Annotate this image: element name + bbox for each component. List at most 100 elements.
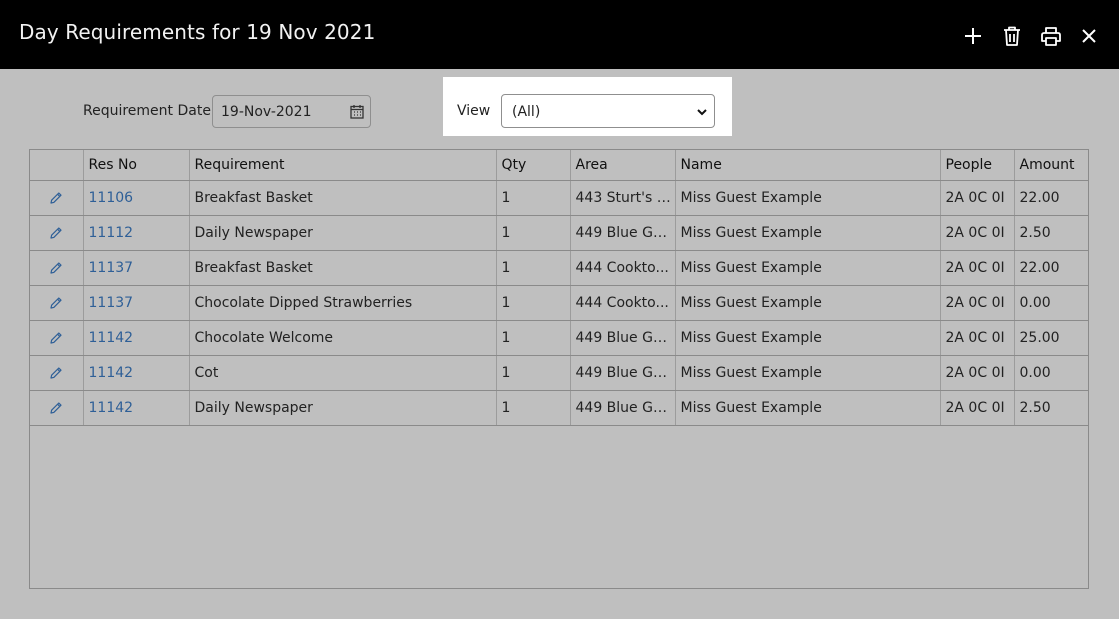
res-no-link[interactable]: 11142 xyxy=(89,330,134,346)
edit-button[interactable] xyxy=(30,320,84,356)
pencil-icon xyxy=(50,191,62,204)
cell-requirement: Chocolate Welcome xyxy=(189,320,497,356)
cell-amount: 2.50 xyxy=(1014,390,1089,426)
cell-name: Miss Guest Example xyxy=(675,320,941,356)
cell-qty: 1 xyxy=(496,355,571,391)
cell-area: 443 Sturt's D... xyxy=(570,180,676,216)
column-header-res-no[interactable]: Res No xyxy=(83,150,190,181)
trash-icon xyxy=(1004,26,1020,46)
cell-qty: 1 xyxy=(496,320,571,356)
res-no-link[interactable]: 11142 xyxy=(89,365,134,381)
cell-people: 2A 0C 0I xyxy=(940,180,1015,216)
cell-requirement: Breakfast Basket xyxy=(189,180,497,216)
pencil-icon xyxy=(50,296,62,309)
cell-people: 2A 0C 0I xyxy=(940,390,1015,426)
cell-name: Miss Guest Example xyxy=(675,250,941,286)
window-title: Day Requirements for 19 Nov 2021 xyxy=(19,20,376,44)
cell-area: 449 Blue Gum xyxy=(570,355,676,391)
calendar-icon[interactable] xyxy=(350,104,364,119)
table-row[interactable]: 11142 Chocolate Welcome 1 449 Blue Gum Miss … xyxy=(30,320,1089,356)
pencil-icon xyxy=(50,226,62,239)
table-row[interactable]: 11137 Chocolate Dipped Strawberries 1 444 C… xyxy=(30,285,1089,321)
cell-res-no[interactable]: 11142 xyxy=(83,390,190,426)
pencil-icon xyxy=(50,331,62,344)
cell-amount: 2.50 xyxy=(1014,215,1089,251)
cell-res-no[interactable]: 11142 xyxy=(83,320,190,356)
cell-area: 444 Cookto... xyxy=(570,250,676,286)
cell-res-no[interactable]: 11142 xyxy=(83,355,190,391)
cell-res-no[interactable]: 11106 xyxy=(83,180,190,216)
edit-button[interactable] xyxy=(30,215,84,251)
cell-res-no[interactable]: 11137 xyxy=(83,250,190,286)
cell-amount: 22.00 xyxy=(1014,250,1089,286)
column-header-amount[interactable]: Amount xyxy=(1014,150,1089,181)
cell-area: 444 Cookto... xyxy=(570,285,676,321)
print-button[interactable] xyxy=(1039,24,1063,48)
cell-requirement: Daily Newspaper xyxy=(189,215,497,251)
cell-area: 449 Blue Gum xyxy=(570,390,676,426)
cell-name: Miss Guest Example xyxy=(675,285,941,321)
cell-qty: 1 xyxy=(496,285,571,321)
edit-button[interactable] xyxy=(30,180,84,216)
view-select-value: (All) xyxy=(512,104,541,120)
column-header-requirement[interactable]: Requirement xyxy=(189,150,497,181)
cell-name: Miss Guest Example xyxy=(675,215,941,251)
view-filter-panel: View (All) xyxy=(443,77,732,136)
column-header-edit xyxy=(30,150,84,181)
cell-name: Miss Guest Example xyxy=(675,355,941,391)
view-select[interactable]: (All) xyxy=(501,94,715,128)
cell-people: 2A 0C 0I xyxy=(940,285,1015,321)
cell-area: 449 Blue Gum xyxy=(570,215,676,251)
table-row[interactable]: 11106 Breakfast Basket 1 443 Sturt's D... Mi… xyxy=(30,180,1089,216)
column-header-name[interactable]: Name xyxy=(675,150,941,181)
table-row[interactable]: 11142 Cot 1 449 Blue Gum Miss Guest Example 2… xyxy=(30,355,1089,391)
table-header-row: Res No Requirement Qty Area Name People … xyxy=(30,150,1089,181)
cell-people: 2A 0C 0I xyxy=(940,320,1015,356)
printer-icon xyxy=(1041,27,1061,46)
cell-amount: 0.00 xyxy=(1014,285,1089,321)
cell-people: 2A 0C 0I xyxy=(940,250,1015,286)
res-no-link[interactable]: 11106 xyxy=(89,190,134,206)
cell-amount: 0.00 xyxy=(1014,355,1089,391)
close-button[interactable] xyxy=(1077,24,1101,48)
close-icon xyxy=(1082,29,1096,43)
res-no-link[interactable]: 11137 xyxy=(89,295,134,311)
cell-name: Miss Guest Example xyxy=(675,390,941,426)
column-header-people[interactable]: People xyxy=(940,150,1015,181)
cell-res-no[interactable]: 11137 xyxy=(83,285,190,321)
cell-area: 449 Blue Gum xyxy=(570,320,676,356)
add-button[interactable] xyxy=(961,24,985,48)
plus-icon xyxy=(965,28,981,44)
pencil-icon xyxy=(50,366,62,379)
edit-button[interactable] xyxy=(30,250,84,286)
res-no-link[interactable]: 11112 xyxy=(89,225,134,241)
delete-button[interactable] xyxy=(1000,24,1024,48)
cell-amount: 22.00 xyxy=(1014,180,1089,216)
requirement-date-label: Requirement Date xyxy=(83,103,211,119)
cell-requirement: Chocolate Dipped Strawberries xyxy=(189,285,497,321)
title-bar: Day Requirements for 19 Nov 2021 xyxy=(0,0,1119,69)
res-no-link[interactable]: 11137 xyxy=(89,260,134,276)
cell-res-no[interactable]: 11112 xyxy=(83,215,190,251)
edit-button[interactable] xyxy=(30,285,84,321)
column-header-qty[interactable]: Qty xyxy=(496,150,571,181)
cell-amount: 25.00 xyxy=(1014,320,1089,356)
res-no-link[interactable]: 11142 xyxy=(89,400,134,416)
requirements-table: Res No Requirement Qty Area Name People … xyxy=(30,150,1089,426)
cell-people: 2A 0C 0I xyxy=(940,215,1015,251)
requirement-date-field[interactable]: 19-Nov-2021 xyxy=(212,95,371,128)
cell-requirement: Breakfast Basket xyxy=(189,250,497,286)
table-row[interactable]: 11142 Daily Newspaper 1 449 Blue Gum Miss Gu… xyxy=(30,390,1089,426)
cell-qty: 1 xyxy=(496,250,571,286)
table-row[interactable]: 11137 Breakfast Basket 1 444 Cookto... Miss … xyxy=(30,250,1089,286)
table-row[interactable]: 11112 Daily Newspaper 1 449 Blue Gum Miss Gu… xyxy=(30,215,1089,251)
cell-qty: 1 xyxy=(496,180,571,216)
cell-name: Miss Guest Example xyxy=(675,180,941,216)
cell-qty: 1 xyxy=(496,215,571,251)
column-header-area[interactable]: Area xyxy=(570,150,676,181)
cell-requirement: Daily Newspaper xyxy=(189,390,497,426)
edit-button[interactable] xyxy=(30,355,84,391)
pencil-icon xyxy=(50,401,62,414)
edit-button[interactable] xyxy=(30,390,84,426)
chevron-down-icon xyxy=(697,109,707,116)
